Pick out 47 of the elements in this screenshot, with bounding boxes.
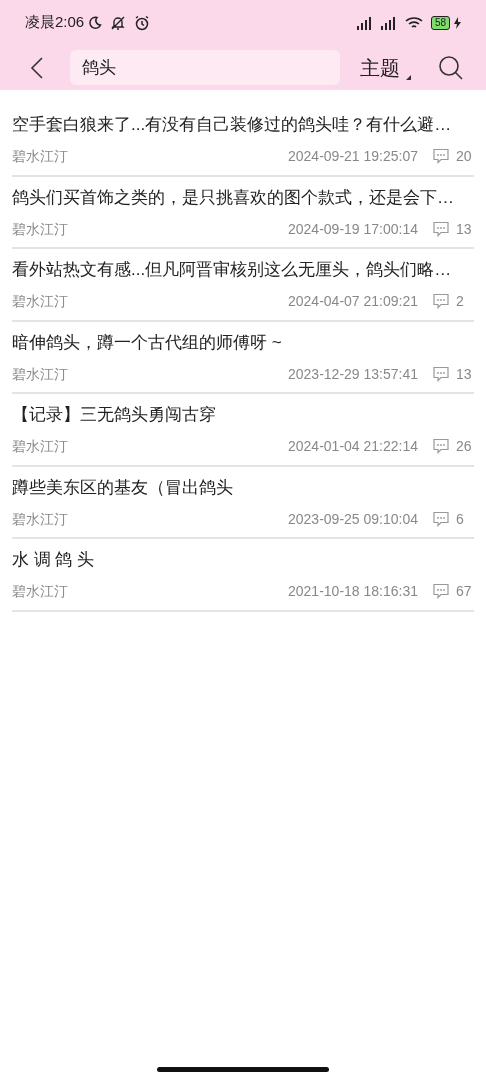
comment-icon bbox=[432, 148, 450, 165]
moon-icon bbox=[88, 15, 103, 30]
author-name: 碧水江汀 bbox=[12, 582, 68, 601]
status-time: 凌晨2:06 bbox=[25, 12, 85, 33]
comment-icon bbox=[432, 583, 450, 600]
reply-count: 13 bbox=[456, 364, 473, 383]
thread-title[interactable]: 看外站热文有感...但凡阿晋审核别这么无厘头，鸽头们略… bbox=[12, 258, 474, 283]
battery-icon: 58 bbox=[430, 15, 450, 30]
dropdown-corner-icon bbox=[406, 75, 411, 80]
alarm-icon bbox=[134, 14, 151, 31]
author-name: 碧水江汀 bbox=[12, 509, 68, 528]
thread-title[interactable]: 水 调 鸽 头 bbox=[12, 548, 474, 573]
reply-count: 20 bbox=[456, 147, 473, 166]
reply-count: 6 bbox=[456, 509, 465, 528]
comment-icon bbox=[432, 293, 450, 310]
author-name: 碧水江汀 bbox=[12, 364, 68, 383]
comment-icon bbox=[432, 438, 450, 455]
post-time: 2021-10-18 18:16:31 bbox=[288, 582, 418, 601]
post-time: 2024-09-21 19:25:07 bbox=[288, 147, 418, 166]
thread-title[interactable]: 暗伸鸽头，蹲一个古代组的师傅呀 ~ bbox=[12, 330, 474, 355]
comment-icon bbox=[432, 365, 450, 382]
post-time: 2024-09-19 17:00:14 bbox=[288, 219, 418, 238]
reply-count: 2 bbox=[456, 292, 465, 311]
author-name: 碧水江汀 bbox=[12, 147, 68, 166]
reply-count: 67 bbox=[456, 582, 473, 601]
post-time: 2023-09-25 09:10:04 bbox=[288, 509, 418, 528]
reply-count: 26 bbox=[456, 437, 473, 456]
comment-icon bbox=[432, 510, 450, 527]
author-name: 碧水江汀 bbox=[12, 292, 68, 311]
wifi-icon bbox=[404, 15, 423, 30]
thread-title[interactable]: 空手套白狼来了...有没有自己装修过的鸽头哇？有什么避… bbox=[12, 113, 474, 138]
post-time: 2024-04-07 21:09:21 bbox=[288, 292, 418, 311]
charging-icon bbox=[454, 16, 461, 29]
thread-title[interactable]: 鸽头们买首饰之类的，是只挑喜欢的图个款式，还是会下… bbox=[12, 185, 474, 210]
scope-dropdown[interactable]: 主题 bbox=[360, 52, 406, 83]
author-name: 碧水江汀 bbox=[12, 437, 68, 456]
bell-off-icon bbox=[110, 14, 127, 31]
post-time: 2023-12-29 13:57:41 bbox=[288, 364, 418, 383]
thread-title[interactable]: 【记录】三无鸽头勇闯古穿 bbox=[12, 403, 474, 428]
search-icon[interactable] bbox=[438, 54, 464, 81]
thread-title[interactable]: 蹲些美东区的基友（冒出鸽头 bbox=[12, 475, 474, 500]
post-time: 2024-01-04 21:22:14 bbox=[288, 437, 418, 456]
comment-icon bbox=[432, 220, 450, 237]
search-field[interactable]: 鸽头 bbox=[70, 50, 340, 85]
back-icon[interactable] bbox=[30, 55, 44, 80]
reply-count: 13 bbox=[456, 219, 473, 238]
author-name: 碧水江汀 bbox=[12, 219, 68, 238]
